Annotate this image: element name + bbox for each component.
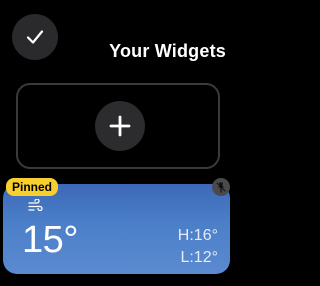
add-widget-button[interactable]	[95, 101, 145, 151]
pinned-badge: Pinned	[6, 178, 59, 196]
pin-icon	[216, 182, 226, 193]
page-title: Your Widgets	[109, 41, 226, 61]
done-button[interactable]	[12, 14, 58, 60]
current-temperature: 15°	[22, 219, 78, 261]
plus-icon	[109, 115, 131, 137]
pin-button[interactable]	[212, 178, 230, 196]
wind-icon	[28, 199, 43, 212]
high-temperature: H:16°	[177, 227, 218, 244]
low-temperature: L:12°	[180, 249, 218, 266]
checkmark-icon	[26, 30, 44, 44]
